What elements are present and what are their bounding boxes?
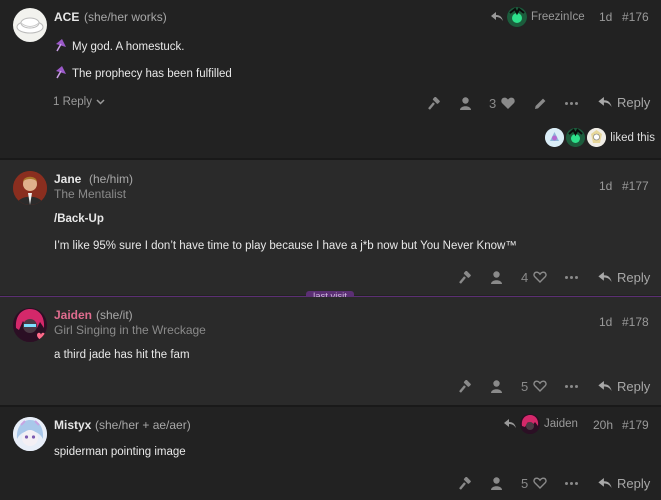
reply-arrow-icon	[598, 272, 612, 282]
username[interactable]: ACE	[54, 10, 79, 24]
more-options-icon[interactable]	[564, 481, 578, 485]
like-count: 5	[521, 379, 529, 394]
pronouns: (she/her works)	[84, 10, 167, 24]
edit-pencil-icon[interactable]	[533, 96, 547, 110]
post-line: My god. A homestuck.	[54, 38, 185, 53]
avatar[interactable]	[13, 417, 47, 451]
liker-avatar[interactable]	[587, 128, 607, 147]
post-date[interactable]: 1d	[599, 10, 612, 24]
reply-label: Reply	[617, 379, 651, 394]
reply-label: Reply	[617, 270, 651, 285]
reply-to-avatar	[507, 7, 527, 27]
hammer-icon[interactable]	[458, 476, 472, 490]
liker-avatar[interactable]	[566, 128, 586, 147]
hammer-icon[interactable]	[427, 96, 441, 110]
heart-icon[interactable]	[501, 96, 515, 110]
reply-button[interactable]: Reply	[598, 95, 650, 110]
more-options-icon[interactable]	[564, 384, 578, 388]
pronouns: (he/him)	[89, 172, 134, 186]
user-icon[interactable]	[490, 270, 502, 284]
post-178: Jaiden (she/it) Girl Singing in the Wrec…	[0, 297, 661, 405]
username[interactable]: Jaiden	[54, 308, 92, 322]
post-line: The prophecy has been fulfilled	[54, 65, 232, 80]
character-avatar-image	[13, 417, 47, 451]
reply-label: Reply	[617, 95, 651, 110]
reply-to-link[interactable]: Jaiden	[504, 414, 578, 434]
reply-to-link[interactable]: FreezinIce	[491, 7, 585, 27]
avatar[interactable]	[13, 308, 47, 342]
reply-to-username: Jaiden	[544, 418, 578, 430]
character-avatar-image	[13, 308, 47, 342]
post-date[interactable]: 20h	[593, 418, 613, 432]
heart-outline-icon[interactable]	[533, 270, 547, 284]
liked-this-label: liked this	[610, 131, 655, 144]
pronouns: (she/it)	[96, 308, 133, 322]
reply-button[interactable]: Reply	[598, 270, 650, 285]
post-number[interactable]: #177	[622, 179, 649, 193]
user-icon[interactable]	[459, 96, 471, 110]
user-icon[interactable]	[490, 379, 502, 393]
reply-arrow-icon	[598, 478, 612, 488]
post-number[interactable]: #179	[622, 418, 649, 432]
post-line: I’m like 95% sure I don’t have time to p…	[54, 240, 517, 252]
post-number[interactable]: #178	[622, 315, 649, 329]
username[interactable]: Mistyx	[54, 418, 91, 432]
post-heading: /Back-Up	[54, 213, 104, 225]
reply-button[interactable]: Reply	[598, 476, 650, 491]
avatar[interactable]	[13, 8, 47, 42]
post-line: a third jade has hit the fam	[54, 349, 190, 361]
post-177: Jane (he/him) The Mentalist 1d #177 /Bac…	[0, 160, 661, 295]
reply-to-avatar	[520, 414, 540, 434]
umbrella-icon	[56, 66, 66, 79]
post-number[interactable]: #176	[622, 10, 649, 24]
reply-arrow-icon	[491, 12, 503, 21]
show-replies-button[interactable]: 1 Reply	[53, 96, 105, 108]
post-date[interactable]: 1d	[599, 179, 612, 193]
hat-avatar-image	[16, 17, 44, 34]
portrait-avatar-image	[13, 171, 47, 205]
pronouns: (she/her + ae/aer)	[95, 418, 191, 432]
hammer-icon[interactable]	[458, 379, 472, 393]
post-line: spiderman pointing image	[54, 446, 186, 458]
reply-arrow-icon	[504, 419, 516, 428]
reply-button[interactable]: Reply	[598, 379, 650, 394]
user-icon[interactable]	[490, 476, 502, 490]
more-options-icon[interactable]	[564, 101, 578, 105]
like-count: 3	[489, 96, 497, 111]
like-count: 4	[521, 270, 529, 285]
user-title: The Mentalist	[54, 187, 127, 201]
heart-outline-icon[interactable]	[533, 476, 547, 490]
reply-to-username: FreezinIce	[531, 11, 585, 23]
more-options-icon[interactable]	[564, 275, 578, 279]
reply-arrow-icon	[598, 381, 612, 391]
post-176: ACE (she/her works) FreezinIce 1d #176 M…	[0, 0, 661, 158]
umbrella-icon	[56, 39, 66, 52]
liker-avatar[interactable]	[545, 128, 565, 147]
liked-by-row: liked this	[545, 128, 655, 147]
user-title: Girl Singing in the Wreckage	[54, 323, 206, 337]
chevron-down-icon	[96, 99, 105, 105]
hammer-icon[interactable]	[458, 270, 472, 284]
avatar[interactable]	[13, 171, 47, 205]
like-count: 5	[521, 476, 529, 491]
post-date[interactable]: 1d	[599, 315, 612, 329]
heart-outline-icon[interactable]	[533, 379, 547, 393]
reply-arrow-icon	[598, 97, 612, 107]
replies-count-label: 1 Reply	[53, 96, 92, 108]
username[interactable]: Jane	[54, 172, 81, 186]
reply-label: Reply	[617, 476, 651, 491]
post-179: Mistyx (she/her + ae/aer) Jaiden 20h #17…	[0, 407, 661, 500]
